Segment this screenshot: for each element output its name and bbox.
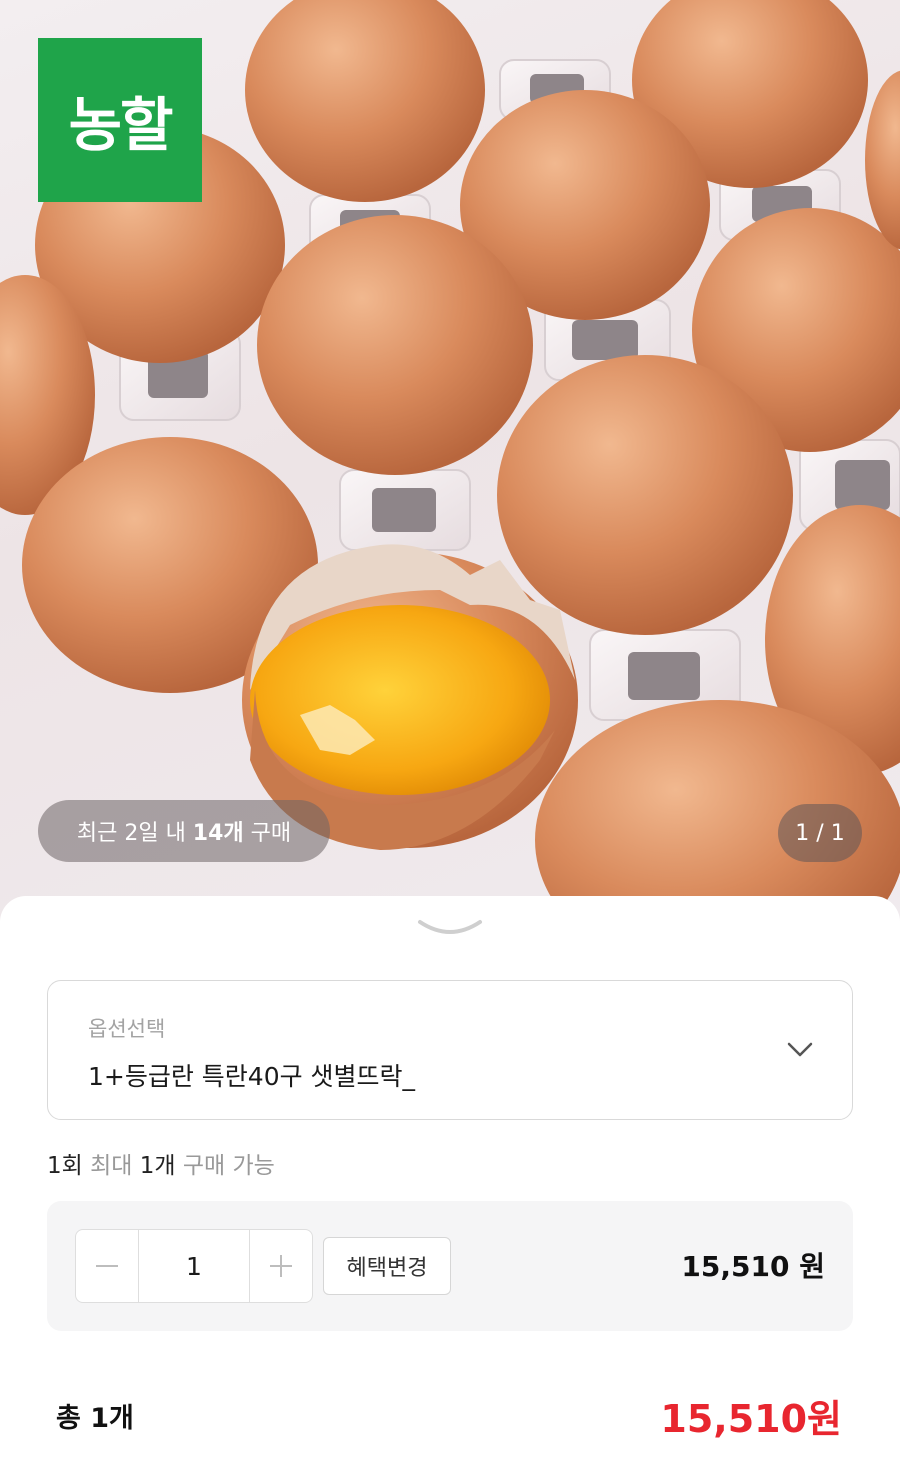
minus-icon [96, 1265, 118, 1267]
quantity-panel: 1 혜택변경 15,510 원 [47, 1201, 853, 1331]
total-count-label: 총 1개 [56, 1403, 134, 1434]
option-selected-value: 1+등급란 특란40구 샛별뜨락_ [88, 1062, 416, 1091]
limit-max-word: 최대 [82, 1153, 140, 1179]
recent-purchase-suffix: 구매 [243, 821, 292, 846]
item-price-unit: 원 [799, 1250, 825, 1283]
quantity-value[interactable]: 1 [138, 1230, 250, 1302]
total-price: 15,510원 [660, 1388, 842, 1443]
option-select-dropdown[interactable]: 옵션선택 1+등급란 특란40구 샛별뜨락_ [47, 980, 853, 1120]
recent-purchase-prefix: 최근 2일 내 [76, 821, 193, 846]
purchase-limit-text: 1회 최대 1개 구매 가능 [47, 1146, 275, 1180]
item-price: 15,510 원 [681, 1245, 825, 1285]
brand-badge-text: 농할 [68, 91, 174, 159]
purchase-bottom-sheet: 옵션선택 1+등급란 특란40구 샛별뜨락_ 1회 최대 1개 구매 가능 1 … [0, 896, 900, 1468]
item-price-amount: 15,510 [681, 1250, 790, 1283]
increase-button[interactable] [250, 1230, 312, 1302]
recent-purchase-count: 14개 [192, 821, 244, 846]
decrease-button[interactable] [76, 1230, 138, 1302]
sheet-handle-icon[interactable] [416, 916, 484, 940]
option-select-label: 옵션선택 [88, 1017, 166, 1041]
quantity-stepper: 1 [75, 1229, 313, 1303]
limit-max-count: 1개 [139, 1153, 176, 1179]
change-benefit-button[interactable]: 혜택변경 [323, 1237, 451, 1295]
recent-purchase-badge: 최근 2일 내 14개 구매 [38, 800, 330, 862]
plus-icon [270, 1255, 292, 1277]
product-image[interactable]: 농할 최근 2일 내 14개 구매 1 / 1 [0, 0, 900, 940]
brand-badge: 농할 [38, 38, 202, 202]
total-price-amount: 15,510 [660, 1397, 808, 1441]
limit-per-order: 1회 [47, 1153, 83, 1179]
chevron-down-icon [787, 1042, 813, 1057]
image-counter: 1 / 1 [778, 804, 862, 862]
limit-available-word: 구매 가능 [175, 1153, 275, 1179]
total-price-unit: 원 [807, 1397, 842, 1441]
